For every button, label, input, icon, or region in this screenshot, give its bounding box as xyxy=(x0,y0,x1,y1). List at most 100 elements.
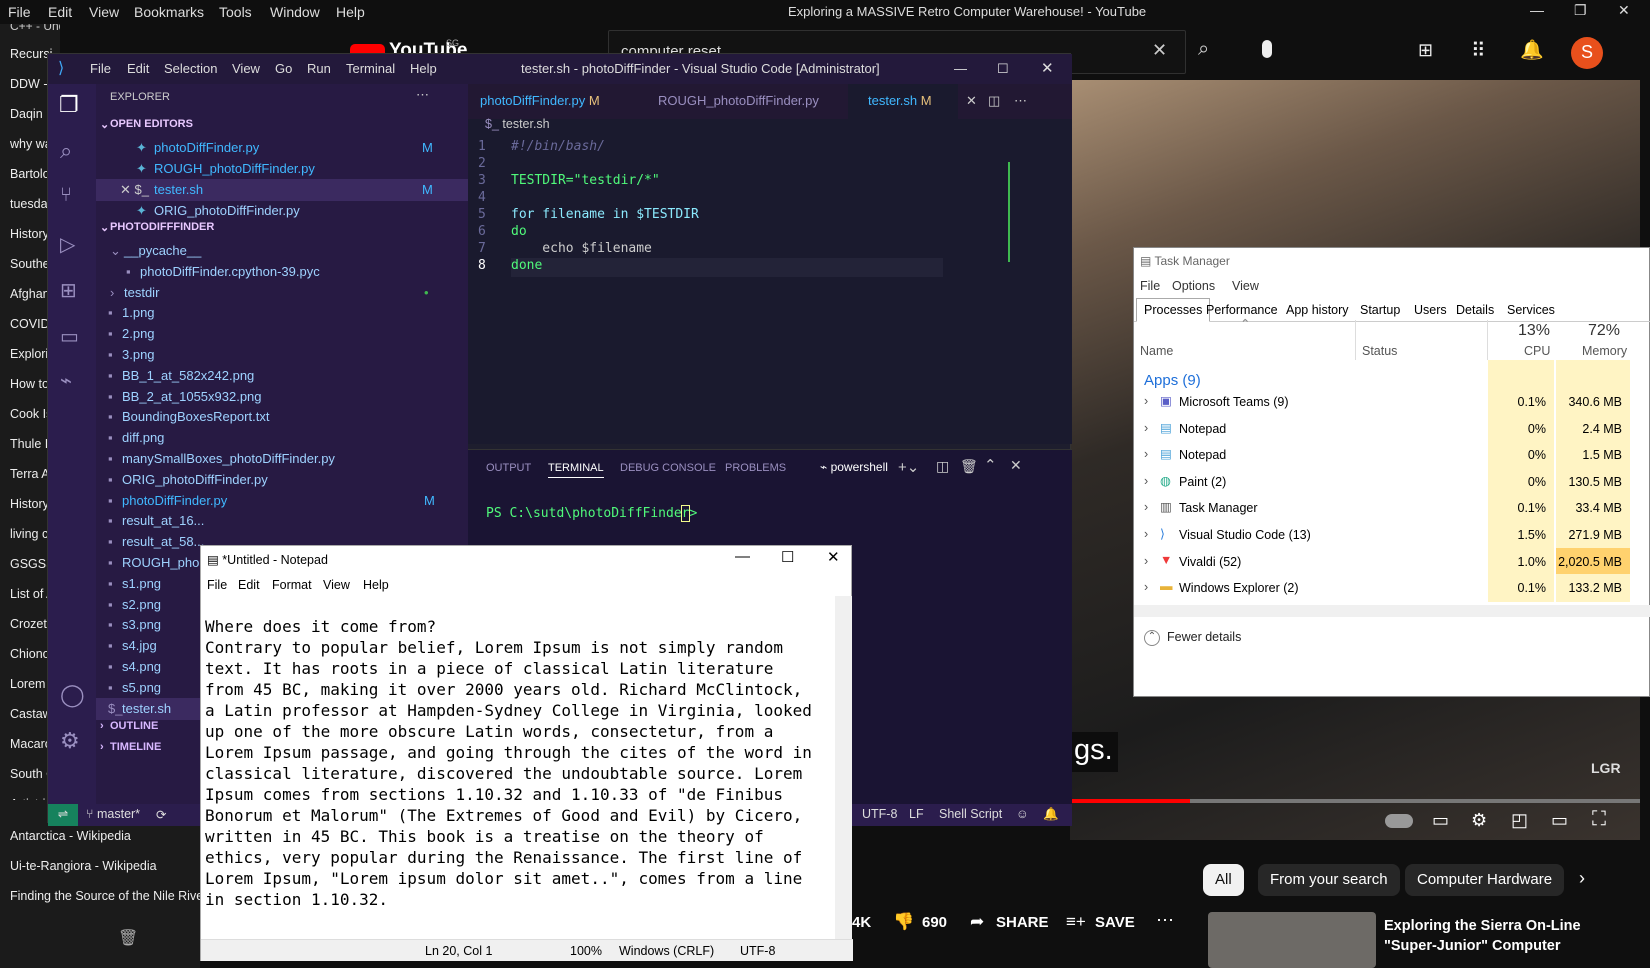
close-file-icon[interactable]: ✕ $_ xyxy=(120,182,149,198)
more-actions-icon[interactable]: ⋯ xyxy=(1156,910,1174,931)
terminal-icon[interactable]: ⌁ xyxy=(60,368,72,393)
process-row[interactable]: › ▥ Task Manager 0.1% 33.4 MB xyxy=(1134,494,1650,523)
process-row[interactable]: › ▼ Vivaldi (52) 1.0% 2,020.5 MB xyxy=(1134,547,1650,576)
avatar[interactable]: S xyxy=(1571,37,1603,69)
folder-item[interactable]: › testdir • xyxy=(96,282,468,304)
np-menu-format[interactable]: Format xyxy=(272,578,312,592)
source-control-icon[interactable]: ⑂ xyxy=(60,184,72,207)
expand-chevron-icon[interactable]: › xyxy=(1144,474,1148,488)
bookmark-item[interactable]: Lorem xyxy=(10,677,45,691)
np-menu-edit[interactable]: Edit xyxy=(238,578,260,592)
shell-selector[interactable]: ⌁ powershell xyxy=(820,460,888,474)
tab-photoDiffFinder[interactable]: photoDiffFinder.py M xyxy=(468,84,638,119)
file-item[interactable]: ▪ manySmallBoxes_photoDiffFinder.py xyxy=(96,448,468,470)
search-icon[interactable]: ⌕ xyxy=(60,138,72,164)
split-editor-icon[interactable]: ◫ xyxy=(988,84,1000,119)
terminal-cursor[interactable] xyxy=(681,505,690,522)
next-video-title[interactable]: Exploring the Sierra On-Line "Super-Juni… xyxy=(1384,916,1624,956)
close-icon[interactable]: ✕ xyxy=(1618,2,1630,19)
tab-app-history[interactable]: App history xyxy=(1278,298,1357,322)
fewer-details-button[interactable]: Fewer details xyxy=(1167,630,1241,644)
bookmark-item[interactable]: Terra A xyxy=(10,467,50,481)
bookmark-item[interactable]: Chiono xyxy=(10,647,50,661)
bookmark-item[interactable]: Ui-te-Rangiora - Wikipedia xyxy=(10,859,157,873)
menu-edit[interactable]: Edit xyxy=(48,4,72,20)
panel-tab-output[interactable]: OUTPUT xyxy=(486,462,531,474)
breadcrumb[interactable]: $_ tester.sh xyxy=(485,117,550,131)
open-editor-item[interactable]: ✕ $_ tester.sh M xyxy=(96,179,468,201)
bookmark-item[interactable]: Finding the Source of the Nile River xyxy=(10,889,207,903)
vs-menu-edit[interactable]: Edit xyxy=(127,61,149,76)
expand-chevron-icon[interactable]: › xyxy=(1144,421,1148,435)
clear-search-icon[interactable]: ✕ xyxy=(1152,40,1167,61)
expand-chevron-icon[interactable]: › xyxy=(1144,527,1148,541)
col-status[interactable]: Status xyxy=(1362,344,1397,358)
process-row[interactable]: › ▤ Notepad 0% 1.5 MB xyxy=(1134,441,1650,470)
expand-chevron-icon[interactable]: › xyxy=(1144,580,1148,594)
collapse-icon[interactable]: ⌃ xyxy=(1144,630,1160,646)
folder-item[interactable]: ⌄ __pycache__ xyxy=(96,240,468,262)
explorer-more-icon[interactable]: ⋯ xyxy=(416,87,429,103)
subtitles-icon[interactable]: ▭ xyxy=(1432,810,1449,831)
notepad-text-area[interactable]: Where does it come from? Contrary to pop… xyxy=(205,616,825,910)
bookmark-item[interactable]: Macaro xyxy=(10,737,52,751)
bookmark-item[interactable]: Southe xyxy=(10,257,50,271)
tm-menu-file[interactable]: File xyxy=(1140,279,1160,293)
tm-menu-options[interactable]: Options xyxy=(1172,279,1215,293)
tab-details[interactable]: Details xyxy=(1448,298,1502,322)
git-branch[interactable]: ⑂ master* xyxy=(86,807,140,821)
tab-close-icon[interactable]: ✕ xyxy=(966,84,977,119)
code-line[interactable]: TESTDIR="testdir/*" xyxy=(511,173,660,192)
bookmark-item[interactable]: Afghan xyxy=(10,287,50,301)
np-menu-view[interactable]: View xyxy=(323,578,350,592)
vs-menu-terminal[interactable]: Terminal xyxy=(346,61,395,76)
dislike-icon[interactable]: 👎 xyxy=(893,912,914,932)
status-encoding[interactable]: UTF-8 xyxy=(862,807,897,821)
col-memory[interactable]: Memory xyxy=(1582,344,1627,358)
bookmark-item[interactable]: why wa xyxy=(10,137,52,151)
menu-window[interactable]: Window xyxy=(270,4,320,20)
menu-tools[interactable]: Tools xyxy=(219,4,252,20)
explorer-icon[interactable]: ❐ xyxy=(59,92,79,118)
bookmark-item[interactable]: History xyxy=(10,227,49,241)
tab-tester-sh[interactable]: tester.sh M xyxy=(848,84,958,119)
status-eol[interactable]: LF xyxy=(909,807,924,821)
create-video-icon[interactable]: ⊞ xyxy=(1418,40,1433,61)
notifications-bell-icon[interactable]: 🔔 xyxy=(1520,38,1544,62)
code-line[interactable]: done xyxy=(511,258,943,277)
bookmark-item[interactable]: How to xyxy=(10,377,49,391)
search-icon[interactable]: ⌕ xyxy=(1198,38,1209,61)
tm-menu-view[interactable]: View xyxy=(1232,279,1259,293)
col-name[interactable]: Name xyxy=(1140,344,1173,358)
vs-maximize-icon[interactable]: ☐ xyxy=(997,61,1009,77)
process-row[interactable]: › ⟩ Visual Studio Code (13) 1.5% 271.9 MB xyxy=(1134,521,1650,549)
open-editor-item[interactable]: ✦ photoDiffFinder.py M xyxy=(96,137,468,159)
np-close-icon[interactable]: ✕ xyxy=(827,548,840,566)
new-terminal-icon[interactable]: +⌄ xyxy=(898,458,919,476)
bookmark-item[interactable]: Bartolo xyxy=(10,167,50,181)
file-item[interactable]: ▪ BB_2_at_1055x932.png xyxy=(96,386,468,408)
share-icon[interactable]: ➦ xyxy=(970,912,984,932)
manage-gear-icon[interactable]: ⚙ xyxy=(60,728,80,754)
file-item[interactable]: ▪ ORIG_photoDiffFinder.py xyxy=(96,469,468,491)
bookmark-item[interactable]: Castaw xyxy=(10,707,52,721)
sync-icon[interactable]: ⟳ xyxy=(156,807,166,822)
feedback-icon[interactable]: ☺ xyxy=(1016,807,1029,821)
process-row[interactable]: › ▬ Windows Explorer (2) 0.1% 133.2 MB xyxy=(1134,574,1650,603)
expand-chevron-icon[interactable]: › xyxy=(1144,554,1148,568)
vs-menu-help[interactable]: Help xyxy=(410,61,437,76)
bookmark-item[interactable]: Explori xyxy=(10,347,48,361)
horizontal-scrollbar[interactable] xyxy=(1134,605,1650,617)
miniplayer-icon[interactable]: ◰ xyxy=(1511,810,1528,831)
menu-bookmarks[interactable]: Bookmarks xyxy=(134,4,204,20)
close-panel-icon[interactable]: ✕ xyxy=(1010,457,1022,474)
kill-terminal-icon[interactable]: 🗑 xyxy=(960,458,978,475)
bookmark-item[interactable]: Crozet xyxy=(10,617,47,631)
maximize-panel-icon[interactable]: ⌃ xyxy=(984,456,997,474)
fullscreen-icon[interactable]: ⛶ xyxy=(1592,808,1606,831)
extensions-icon[interactable]: ⊞ xyxy=(60,278,77,303)
code-line[interactable]: #!/bin/bash/ xyxy=(511,139,605,158)
vs-minimize-icon[interactable]: — xyxy=(954,61,967,76)
expand-chevron-icon[interactable]: › xyxy=(1144,447,1148,461)
menu-help[interactable]: Help xyxy=(336,4,365,20)
